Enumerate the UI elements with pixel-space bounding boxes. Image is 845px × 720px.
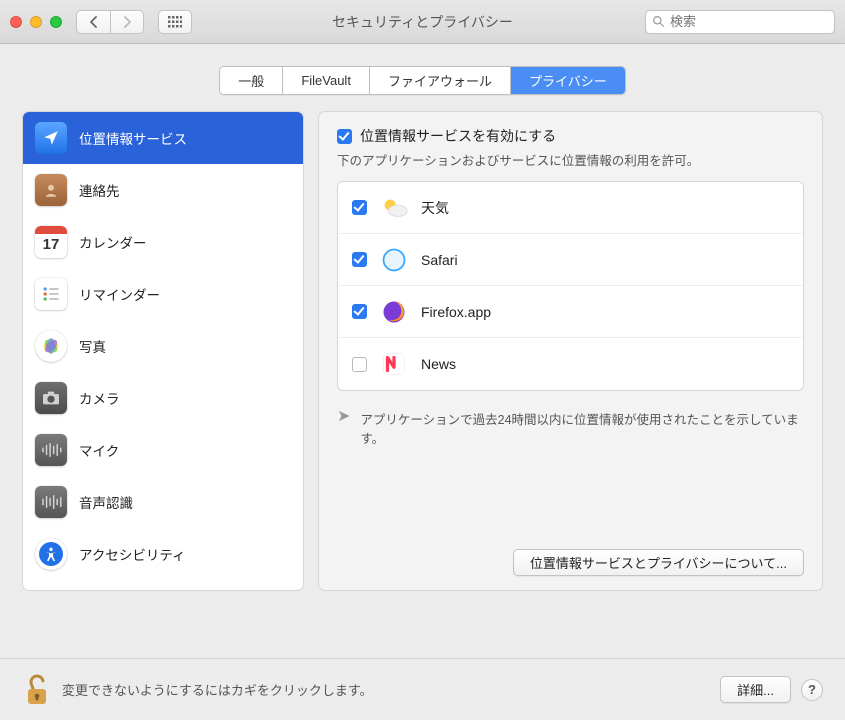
calendar-icon: 17 — [35, 226, 67, 258]
usage-note: ➤ アプリケーションで過去24時間以内に位置情報が使用されたことを示しています。 — [337, 409, 804, 447]
camera-icon — [35, 382, 67, 414]
mic-icon — [35, 434, 67, 466]
sidebar-item-camera[interactable]: カメラ — [23, 372, 303, 424]
sidebar-item-label: カレンダー — [79, 232, 147, 252]
weather-icon — [379, 193, 409, 223]
app-name: Safari — [421, 252, 458, 268]
main-panel: 位置情報サービスを有効にする 下のアプリケーションおよびサービスに位置情報の利用… — [318, 111, 823, 591]
sidebar-item-location-services[interactable]: 位置情報サービス — [23, 112, 303, 164]
show-all-prefs-button[interactable] — [158, 10, 192, 34]
grid-icon — [168, 16, 182, 28]
footer: 変更できないようにするにはカギをクリックします。 詳細... ? — [0, 658, 845, 720]
nav-group — [76, 10, 144, 34]
usage-note-text: アプリケーションで過去24時間以内に位置情報が使用されたことを示しています。 — [360, 409, 804, 447]
app-checkbox[interactable] — [352, 304, 367, 319]
app-list[interactable]: 天気 Safari Firefox.app — [337, 181, 804, 391]
zoom-window-button[interactable] — [50, 16, 62, 28]
app-name: News — [421, 356, 456, 372]
tab-firewall[interactable]: ファイアウォール — [370, 67, 511, 94]
app-checkbox[interactable] — [352, 200, 367, 215]
sidebar-item-label: マイク — [79, 440, 119, 460]
app-row-news[interactable]: News — [338, 338, 803, 390]
sidebar-item-speech-recognition[interactable]: 音声認識 — [23, 476, 303, 528]
allow-apps-subtext: 下のアプリケーションおよびサービスに位置情報の利用を許可。 — [337, 150, 804, 169]
app-checkbox[interactable] — [352, 357, 367, 372]
sidebar-item-label: 音声認識 — [79, 492, 133, 512]
sidebar-item-label: 連絡先 — [79, 180, 120, 200]
accessibility-icon — [35, 538, 67, 570]
location-icon — [35, 122, 67, 154]
app-name: Firefox.app — [421, 304, 491, 320]
search-icon — [652, 15, 665, 28]
sidebar-item-reminders[interactable]: リマインダー — [23, 268, 303, 320]
sidebar-item-label: アクセシビリティ — [79, 544, 186, 564]
sidebar-item-photos[interactable]: 写真 — [23, 320, 303, 372]
app-checkbox[interactable] — [352, 252, 367, 267]
back-button[interactable] — [76, 10, 110, 34]
privacy-category-list[interactable]: 位置情報サービス 連絡先 17 カレンダー リマインダー — [22, 111, 304, 591]
app-name: 天気 — [421, 198, 449, 218]
sidebar-item-contacts[interactable]: 連絡先 — [23, 164, 303, 216]
location-arrow-icon: ➤ — [337, 409, 350, 425]
sidebar-item-accessibility[interactable]: アクセシビリティ — [23, 528, 303, 580]
firefox-icon — [379, 297, 409, 327]
app-row-firefox[interactable]: Firefox.app — [338, 286, 803, 338]
minimize-window-button[interactable] — [30, 16, 42, 28]
forward-button[interactable] — [110, 10, 144, 34]
sidebar-item-calendars[interactable]: 17 カレンダー — [23, 216, 303, 268]
close-window-button[interactable] — [10, 16, 22, 28]
safari-icon — [379, 245, 409, 275]
about-location-button[interactable]: 位置情報サービスとプライバシーについて... — [513, 549, 804, 576]
app-row-weather[interactable]: 天気 — [338, 182, 803, 234]
tab-general[interactable]: 一般 — [220, 67, 283, 94]
search-field[interactable] — [645, 10, 835, 34]
lock-hint-text: 変更できないようにするにはカギをクリックします。 — [62, 680, 373, 699]
speech-icon — [35, 486, 67, 518]
sidebar-item-label: 写真 — [79, 336, 106, 356]
enable-location-services-checkbox[interactable] — [337, 129, 352, 144]
sidebar-item-label: カメラ — [79, 388, 120, 408]
photos-icon — [35, 330, 67, 362]
lock-button[interactable] — [22, 673, 50, 707]
reminders-icon — [35, 278, 67, 310]
advanced-button[interactable]: 詳細... — [720, 676, 791, 703]
window-controls — [10, 16, 62, 28]
sidebar-item-microphone[interactable]: マイク — [23, 424, 303, 476]
tab-privacy[interactable]: プライバシー — [511, 67, 625, 94]
tab-bar: 一般 FileVault ファイアウォール プライバシー — [22, 66, 823, 95]
titlebar: セキュリティとプライバシー — [0, 0, 845, 44]
sidebar-item-label: リマインダー — [79, 284, 160, 304]
help-button[interactable]: ? — [801, 679, 823, 701]
news-icon — [379, 349, 409, 379]
search-input[interactable] — [670, 14, 828, 29]
enable-location-services-label: 位置情報サービスを有効にする — [360, 126, 556, 146]
tab-filevault[interactable]: FileVault — [283, 67, 370, 94]
contacts-icon — [35, 174, 67, 206]
app-row-safari[interactable]: Safari — [338, 234, 803, 286]
sidebar-item-label: 位置情報サービス — [79, 128, 187, 148]
